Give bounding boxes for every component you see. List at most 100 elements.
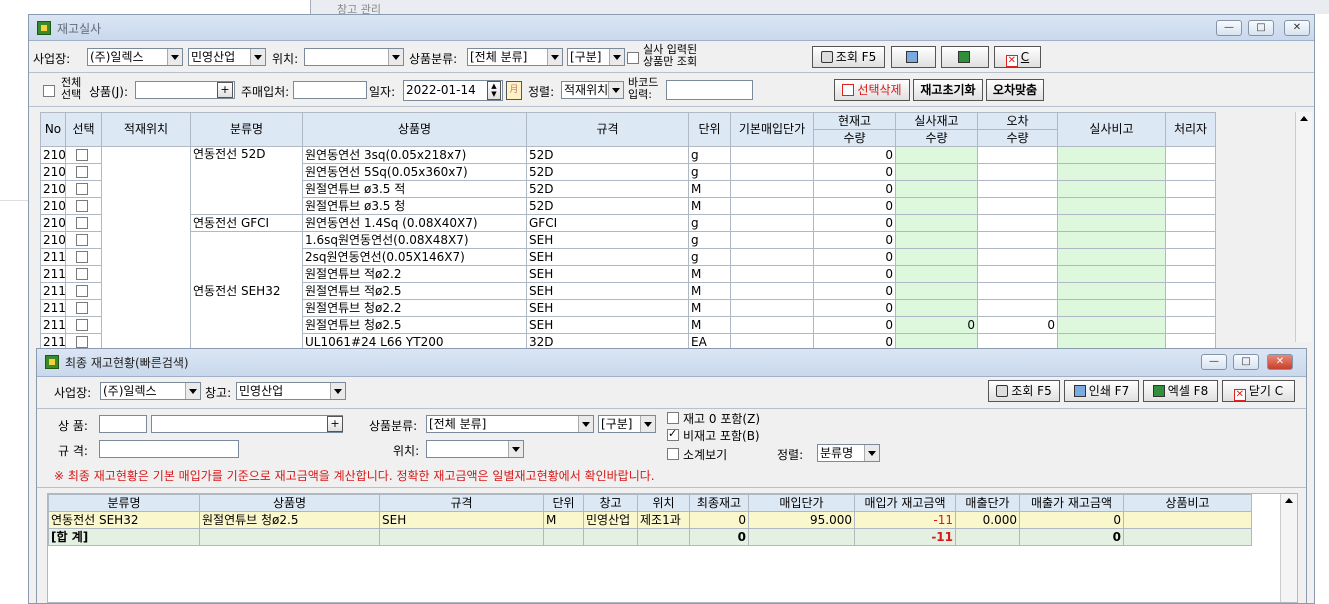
cell-select[interactable] bbox=[65, 231, 102, 249]
popup-search-button[interactable]: 조회 F5 bbox=[988, 380, 1060, 402]
row-checkbox[interactable] bbox=[76, 217, 88, 229]
sort-select[interactable]: 적재위치 bbox=[561, 81, 624, 99]
popup-col-7[interactable]: 매입단가 bbox=[748, 494, 855, 512]
cell-real-qty[interactable] bbox=[895, 214, 978, 232]
table-row[interactable]: 210 연동전선 SEH32 1.6sq원연동연선(0.08X48X7) SEH g 0 bbox=[40, 231, 1216, 351]
table-row[interactable]: 210 연동전선 52D 원연동연선 3sq(0.05x218x7) 52D g 0 bbox=[40, 146, 1216, 351]
cell-count-note[interactable] bbox=[1057, 282, 1166, 300]
excel-button[interactable] bbox=[941, 46, 989, 68]
popup-product-code[interactable] bbox=[99, 415, 147, 433]
col-base-price[interactable]: 기본매입단가 bbox=[730, 112, 814, 147]
popup-col-8[interactable]: 매입가 재고금액 bbox=[854, 494, 956, 512]
close-window-button[interactable]: ✕ bbox=[1267, 354, 1293, 370]
product-lookup-button[interactable]: + bbox=[217, 82, 233, 98]
col-current-stock[interactable]: 현재고 bbox=[813, 112, 896, 130]
popup-col-1[interactable]: 상품명 bbox=[199, 494, 380, 512]
row-checkbox[interactable] bbox=[76, 149, 88, 161]
cell-count-note[interactable] bbox=[1057, 163, 1166, 181]
col-error-qty[interactable]: 수량 bbox=[977, 129, 1058, 147]
cell-select[interactable] bbox=[65, 248, 102, 266]
minimize-button[interactable]: — bbox=[1216, 20, 1242, 36]
close-button[interactable]: ✕ C bbox=[994, 46, 1041, 68]
popup-warehouse-select[interactable]: 민영산업 bbox=[236, 382, 346, 400]
cell-select[interactable] bbox=[65, 163, 102, 181]
row-checkbox[interactable] bbox=[76, 166, 88, 178]
scroll-up-icon[interactable] bbox=[1300, 116, 1308, 121]
only-counted-checkbox[interactable] bbox=[627, 52, 639, 64]
cell-select[interactable] bbox=[65, 282, 102, 300]
popup-col-5[interactable]: 위치 bbox=[637, 494, 690, 512]
cell-select[interactable] bbox=[65, 299, 102, 317]
warehouse-select[interactable]: 민영산업 bbox=[188, 48, 266, 66]
col-unit[interactable]: 단위 bbox=[688, 112, 731, 147]
cell-real-qty[interactable] bbox=[895, 146, 978, 164]
business-select[interactable]: (주)일렉스 bbox=[87, 48, 183, 66]
search-button[interactable]: 조회 F5 bbox=[812, 46, 885, 68]
col-spec[interactable]: 규격 bbox=[526, 112, 689, 147]
row-checkbox[interactable] bbox=[76, 268, 88, 280]
row-checkbox[interactable] bbox=[76, 234, 88, 246]
cell-real-qty[interactable] bbox=[895, 197, 978, 215]
popup-category-select[interactable]: [전체 분류] bbox=[426, 415, 594, 433]
category-select[interactable]: [전체 분류] bbox=[467, 48, 563, 66]
popup-col-9[interactable]: 매출단가 bbox=[955, 494, 1020, 512]
popup-location-select[interactable] bbox=[426, 440, 524, 458]
cell-count-note[interactable] bbox=[1057, 299, 1166, 317]
popup-excel-button[interactable]: 엑셀 F8 bbox=[1143, 380, 1218, 402]
barcode-field[interactable] bbox=[666, 80, 753, 100]
cell-count-note[interactable] bbox=[1057, 197, 1166, 215]
cell-real-qty[interactable] bbox=[895, 282, 978, 300]
col-error[interactable]: 오차 bbox=[977, 112, 1058, 130]
select-all-checkbox[interactable] bbox=[43, 85, 55, 97]
cell-real-qty[interactable] bbox=[895, 180, 978, 198]
maximize-button[interactable]: □ bbox=[1248, 20, 1274, 36]
col-count-note[interactable]: 실사비고 bbox=[1057, 112, 1166, 147]
popup-division-select[interactable]: [구분] bbox=[598, 415, 656, 433]
cell-count-note[interactable] bbox=[1057, 248, 1166, 266]
row-checkbox[interactable] bbox=[76, 319, 88, 331]
row-checkbox[interactable] bbox=[76, 251, 88, 263]
col-product-name[interactable]: 상품명 bbox=[302, 112, 527, 147]
col-real-stock[interactable]: 실사재고 bbox=[895, 112, 978, 130]
popup-sort-select[interactable]: 분류명 bbox=[817, 444, 880, 462]
cell-real-qty[interactable] bbox=[895, 248, 978, 266]
cell-select[interactable] bbox=[65, 316, 102, 334]
reset-stock-button[interactable]: 재고초기화 bbox=[913, 79, 983, 101]
col-location[interactable]: 적재위치 bbox=[101, 112, 191, 147]
col-select[interactable]: 선택 bbox=[65, 112, 102, 147]
col-current-qty[interactable]: 수량 bbox=[813, 129, 896, 147]
cell-select[interactable] bbox=[65, 180, 102, 198]
popup-business-select[interactable]: (주)일렉스 bbox=[100, 382, 201, 400]
row-checkbox[interactable] bbox=[76, 302, 88, 314]
maximize-button[interactable]: □ bbox=[1233, 354, 1259, 370]
popup-product-name[interactable] bbox=[151, 415, 343, 433]
popup-close-button[interactable]: ✕ 닫기 C bbox=[1222, 380, 1295, 402]
row-checkbox[interactable] bbox=[76, 183, 88, 195]
cell-select[interactable] bbox=[65, 197, 102, 215]
cell-count-note[interactable] bbox=[1057, 265, 1166, 283]
division-select[interactable]: [구분] bbox=[567, 48, 625, 66]
cell-select[interactable] bbox=[65, 146, 102, 164]
cell-real-qty[interactable] bbox=[895, 163, 978, 181]
col-category[interactable]: 분류명 bbox=[190, 112, 303, 147]
cell-real-qty[interactable] bbox=[895, 231, 978, 249]
cell-count-note[interactable] bbox=[1057, 231, 1166, 249]
cell-real-qty[interactable] bbox=[895, 299, 978, 317]
cell-select[interactable] bbox=[65, 265, 102, 283]
grid-scrollbar[interactable] bbox=[1295, 112, 1312, 342]
row-checkbox[interactable] bbox=[76, 336, 88, 348]
popup-print-button[interactable]: 인쇄 F7 bbox=[1064, 380, 1139, 402]
popup-grid-scrollbar[interactable] bbox=[1280, 494, 1297, 602]
include-zero-checkbox[interactable] bbox=[667, 412, 679, 424]
popup-col-11[interactable]: 상품비고 bbox=[1123, 494, 1252, 512]
popup-col-4[interactable]: 창고 bbox=[583, 494, 638, 512]
cell-count-note[interactable] bbox=[1057, 214, 1166, 232]
popup-col-3[interactable]: 단위 bbox=[543, 494, 584, 512]
cell-count-note[interactable] bbox=[1057, 316, 1166, 334]
scroll-up-icon[interactable] bbox=[1285, 498, 1293, 503]
popup-col-0[interactable]: 분류명 bbox=[48, 494, 200, 512]
subtotal-checkbox[interactable] bbox=[667, 448, 679, 460]
col-real-qty[interactable]: 수량 bbox=[895, 129, 978, 147]
cell-count-note[interactable] bbox=[1057, 180, 1166, 198]
cell-select[interactable] bbox=[65, 214, 102, 232]
